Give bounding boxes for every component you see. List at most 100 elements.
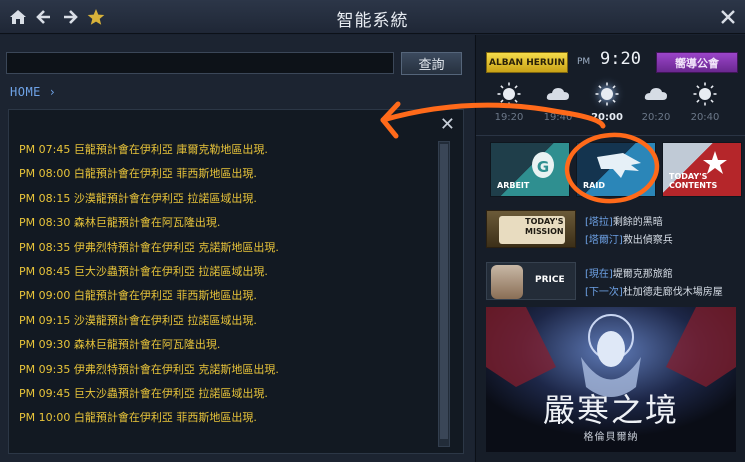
- event-text: 伊弗烈特預計會在伊利亞 克諾斯地區出現.: [73, 362, 279, 376]
- weather-slot: 20:00: [584, 81, 630, 123]
- event-text: 森林巨龍預計會在阿瓦隆出現.: [73, 216, 221, 230]
- weather-time: 20:20: [641, 112, 671, 123]
- event-log-row: PM 09:15 沙漠龍預計會在伊利亞 拉諾區域出現.: [19, 309, 429, 333]
- event-log-row: PM 09:30 森林巨龍預計會在阿瓦隆出現.: [19, 333, 429, 357]
- weather-time: 20:00: [591, 112, 623, 123]
- price-line-2-tag: [下一次]: [585, 287, 623, 298]
- shortcut-tiles: G ARBEIT RAID TODAY'S CONTENTS: [490, 142, 742, 198]
- event-time: PM 07:45: [19, 143, 71, 156]
- event-time: PM 09:00: [19, 289, 71, 303]
- event-text: 白龍預計會在伊利亞 菲西斯地區出現.: [73, 411, 257, 425]
- event-text: 伊弗烈特預計會在伊利亞 克諾斯地區出現.: [73, 240, 279, 254]
- todays-mission-row[interactable]: TODAY'S MISSION [塔拉]剩餘的黑暗 [塔爾汀]救出偵察兵: [486, 210, 745, 250]
- event-text: 巨大沙蟲預計會在伊利亞 拉諾區域出現.: [73, 264, 268, 278]
- event-banner[interactable]: 嚴寒之境 格倫貝爾納: [486, 307, 736, 452]
- right-panel: ALBAN HERUIN PM 9:20 嚮導公會 19:20 19:40 20:0…: [475, 35, 745, 462]
- tile-raid-label: RAID: [583, 181, 605, 190]
- merchant-portrait: [491, 265, 523, 299]
- scrollbar-thumb[interactable]: [440, 144, 448, 439]
- price-line-2[interactable]: [下一次]杜加德走廊伐木場房屋: [585, 283, 723, 298]
- tile-todays-contents[interactable]: TODAY'S CONTENTS: [662, 142, 742, 197]
- event-time: PM 08:15: [19, 191, 71, 205]
- cloud-icon: [633, 81, 679, 111]
- divider: [476, 135, 745, 136]
- weather-slot: 19:20: [486, 81, 532, 123]
- event-text: 沙漠龍預計會在伊利亞 拉諾區域出現.: [73, 313, 257, 327]
- scrollbar[interactable]: [438, 141, 450, 447]
- event-time: PM 08:30: [19, 216, 71, 230]
- event-log-row: PM 08:45 巨大沙蟲預計會在伊利亞 拉諾區域出現.: [19, 260, 429, 284]
- event-log-row: PM 08:00 白龍預計會在伊利亞 菲西斯地區出現.: [19, 162, 429, 186]
- event-log-row: PM 07:45 巨龍預計會在伊利亞 庫爾克勒地區出現.: [19, 138, 429, 162]
- mission-line-1-tag: [塔拉]: [585, 217, 613, 228]
- tile-todays-contents-label: TODAY'S CONTENTS: [669, 172, 718, 190]
- weather-time: 20:40: [690, 112, 720, 123]
- event-time: PM 09:15: [19, 313, 71, 327]
- event-time: PM 10:00: [19, 411, 71, 425]
- event-log-row: PM 09:45 巨大沙蟲預計會在伊利亞 拉諾區域出現.: [19, 382, 429, 406]
- tile-raid[interactable]: RAID: [576, 142, 656, 197]
- price-line-2-text: 杜加德走廊伐木場房屋: [622, 287, 723, 298]
- weather-slot: 19:40: [535, 81, 581, 123]
- banner-title: 嚴寒之境: [542, 391, 679, 429]
- event-time: PM 08:00: [19, 167, 71, 181]
- svg-text:G: G: [537, 158, 549, 176]
- event-log-row: PM 08:35 伊弗烈特預計會在伊利亞 克諾斯地區出現.: [19, 236, 429, 260]
- event-time: PM 09:45: [19, 386, 71, 400]
- mission-line-2-tag: [塔爾汀]: [585, 235, 623, 246]
- guide-guild-button[interactable]: 嚮導公會: [656, 52, 738, 73]
- close-icon[interactable]: [716, 5, 740, 29]
- clock-ampm: PM: [577, 57, 591, 67]
- left-panel: 查詢 HOME › ✕ PM 07:45 巨龍預計會在伊利亞 庫爾克勒地區出現.…: [0, 35, 474, 462]
- event-text: 沙漠龍預計會在伊利亞 拉諾區域出現.: [73, 191, 257, 205]
- breadcrumb-home[interactable]: HOME: [10, 85, 41, 99]
- price-icon: PRICE: [486, 262, 576, 300]
- game-clock: 9:20: [600, 49, 641, 69]
- event-text: 森林巨龍預計會在阿瓦隆出現.: [73, 338, 221, 352]
- weather-time: 19:20: [494, 112, 524, 123]
- event-text: 巨龍預計會在伊利亞 庫爾克勒地區出現.: [73, 143, 268, 156]
- mission-line-2-text: 救出偵察兵: [622, 235, 673, 246]
- price-line-1[interactable]: [現在]堤爾克那旅館: [585, 265, 673, 280]
- sun-icon: [486, 81, 532, 111]
- title-bar: 智能系統: [0, 0, 745, 34]
- mission-line-2[interactable]: [塔爾汀]救出偵察兵: [585, 231, 673, 246]
- weather-slot: 20:20: [633, 81, 679, 123]
- event-log-row: PM 08:15 沙漠龍預計會在伊利亞 拉諾區域出現.: [19, 187, 429, 211]
- event-log-row: PM 08:30 森林巨龍預計會在阿瓦隆出現.: [19, 211, 429, 235]
- price-row[interactable]: PRICE [現在]堤爾克那旅館 [下一次]杜加德走廊伐木場房屋: [486, 262, 745, 302]
- banner-subtitle: 格倫貝爾納: [583, 432, 639, 443]
- event-log-row: PM 10:00 白龍預計會在伊利亞 菲西斯地區出現.: [19, 406, 429, 430]
- close-icon[interactable]: ✕: [440, 114, 455, 135]
- event-time: PM 08:35: [19, 240, 71, 254]
- search-button[interactable]: 查詢: [401, 52, 462, 75]
- price-icon-label: PRICE: [535, 275, 565, 285]
- sun-icon: [682, 81, 728, 111]
- weather-forecast: 19:20 19:40 20:00 20:20 20:40: [486, 81, 741, 129]
- window-title: 智能系統: [336, 11, 409, 31]
- search-input[interactable]: [6, 52, 394, 74]
- event-log-panel: ✕ PM 07:45 巨龍預計會在伊利亞 庫爾克勒地區出現. PM 08:00 白…: [8, 109, 464, 454]
- mission-scroll-icon: TODAY'S MISSION: [486, 210, 576, 248]
- event-text: 白龍預計會在伊利亞 菲西斯地區出現.: [73, 289, 257, 303]
- event-time: PM 09:30: [19, 338, 71, 352]
- breadcrumb[interactable]: HOME ›: [10, 85, 56, 99]
- event-text: 白龍預計會在伊利亞 菲西斯地區出現.: [73, 167, 257, 181]
- weather-time: 19:40: [543, 112, 573, 123]
- event-log-row: PM 09:00 白龍預計會在伊利亞 菲西斯地區出現.: [19, 284, 429, 308]
- server-button[interactable]: ALBAN HERUIN: [486, 52, 568, 73]
- sun-icon: [584, 81, 630, 111]
- event-log-row: PM 09:35 伊弗烈特預計會在伊利亞 克諾斯地區出現.: [19, 358, 429, 382]
- tile-arbeit[interactable]: G ARBEIT: [490, 142, 570, 197]
- event-time: PM 09:35: [19, 362, 71, 376]
- chevron-right-icon: ›: [48, 85, 57, 99]
- mission-line-1[interactable]: [塔拉]剩餘的黑暗: [585, 213, 663, 228]
- price-line-1-text: 堤爾克那旅館: [612, 269, 673, 280]
- price-line-1-tag: [現在]: [585, 269, 613, 280]
- mission-icon-label-1: TODAY'S: [525, 217, 564, 226]
- event-text: 巨大沙蟲預計會在伊利亞 拉諾區域出現.: [73, 386, 268, 400]
- mission-line-1-text: 剩餘的黑暗: [612, 217, 663, 228]
- mission-icon-label-2: MISSION: [525, 227, 564, 236]
- cloud-icon: [535, 81, 581, 111]
- event-log-list: PM 07:45 巨龍預計會在伊利亞 庫爾克勒地區出現. PM 08:00 白龍預…: [19, 138, 429, 431]
